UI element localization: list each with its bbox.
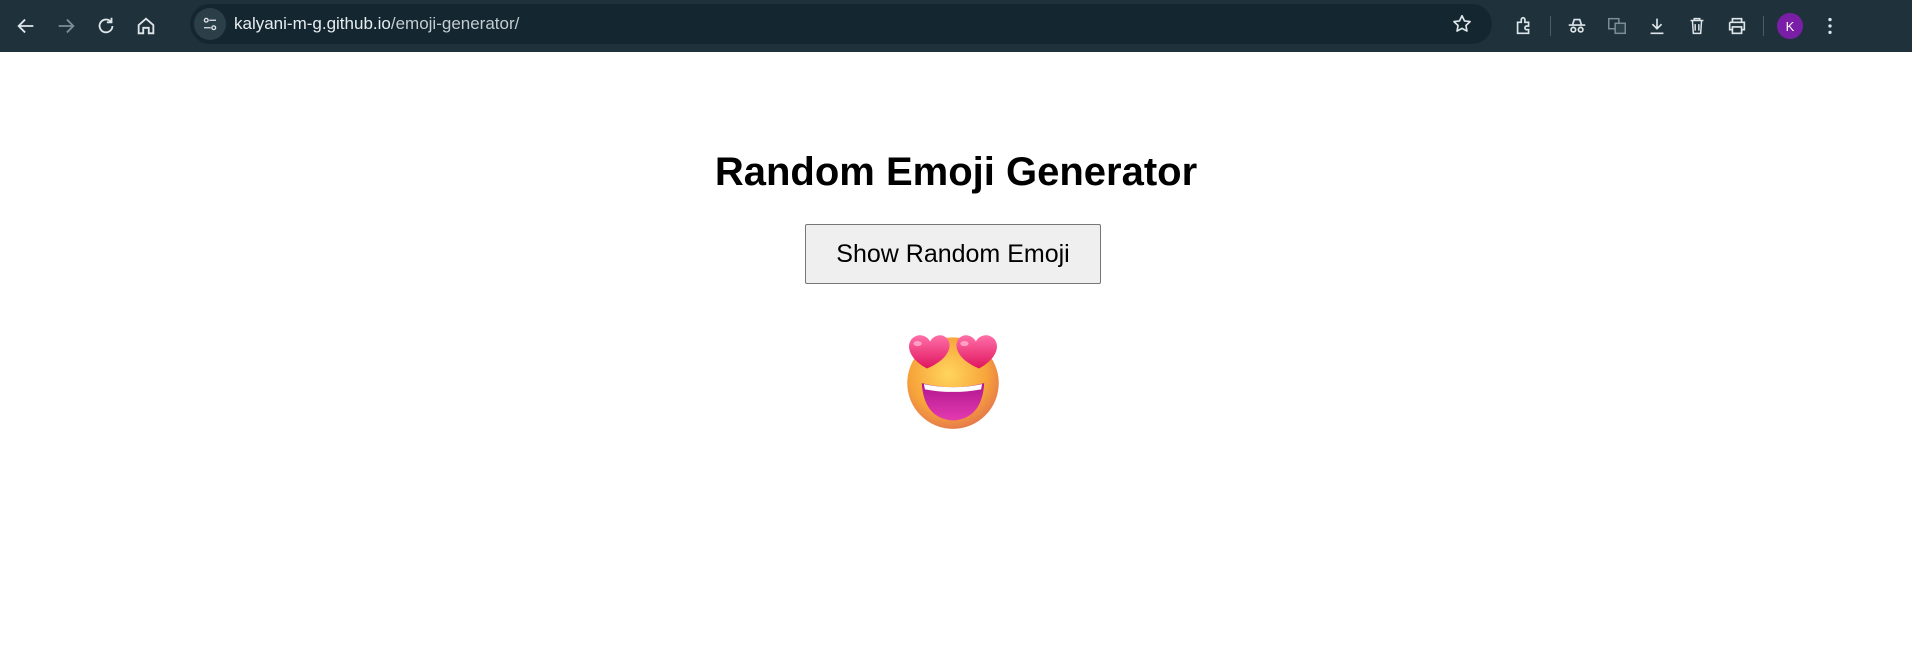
back-button[interactable]: [6, 6, 46, 46]
url-host: kalyani-m-g.github.io: [234, 14, 391, 33]
translate-icon: [1608, 17, 1626, 35]
toolbar-divider: [1763, 16, 1764, 36]
download-icon: [1650, 18, 1664, 35]
delete-icon: [1690, 17, 1704, 35]
address-bar[interactable]: kalyani-m-g.github.io/emoji-generator/: [190, 4, 1492, 44]
more-menu-icon: [1828, 17, 1832, 35]
incognito-button[interactable]: [1557, 6, 1597, 46]
reload-button[interactable]: [86, 6, 126, 46]
more-menu-button[interactable]: [1810, 6, 1850, 46]
delete-button[interactable]: [1677, 6, 1717, 46]
download-button[interactable]: [1637, 6, 1677, 46]
print-button[interactable]: [1717, 6, 1757, 46]
reload-icon: [98, 17, 114, 34]
back-icon: [17, 18, 34, 34]
toolbar-divider: [1550, 16, 1551, 36]
extensions-button[interactable]: [1504, 6, 1544, 46]
home-button[interactable]: [126, 6, 166, 46]
forward-icon: [58, 18, 75, 34]
url-text[interactable]: kalyani-m-g.github.io/emoji-generator/: [234, 14, 519, 34]
browser-toolbar: kalyani-m-g.github.io/emoji-generator/ K: [0, 0, 1912, 52]
bookmark-button[interactable]: [1442, 4, 1482, 44]
home-icon: [137, 17, 155, 35]
avatar: K: [1777, 13, 1803, 39]
page-title: Random Emoji Generator: [714, 150, 1198, 194]
show-random-emoji-button[interactable]: Show Random Emoji: [805, 224, 1101, 284]
extensions-icon: [1516, 16, 1530, 35]
profile-button[interactable]: K: [1770, 6, 1810, 46]
site-settings-button[interactable]: [194, 8, 226, 40]
incognito-icon: [1568, 18, 1586, 33]
translate-button[interactable]: [1597, 6, 1637, 46]
bookmark-star-icon: [1453, 14, 1471, 32]
heart-eyes-emoji: [907, 335, 999, 429]
url-path: /emoji-generator/: [390, 14, 520, 33]
forward-button[interactable]: [46, 6, 86, 46]
site-settings-icon: [203, 17, 217, 31]
toolbar-actions: K: [1504, 6, 1850, 46]
print-icon: [1728, 17, 1746, 35]
page-content: Random Emoji Generator Show Random Emoji: [0, 52, 1912, 661]
